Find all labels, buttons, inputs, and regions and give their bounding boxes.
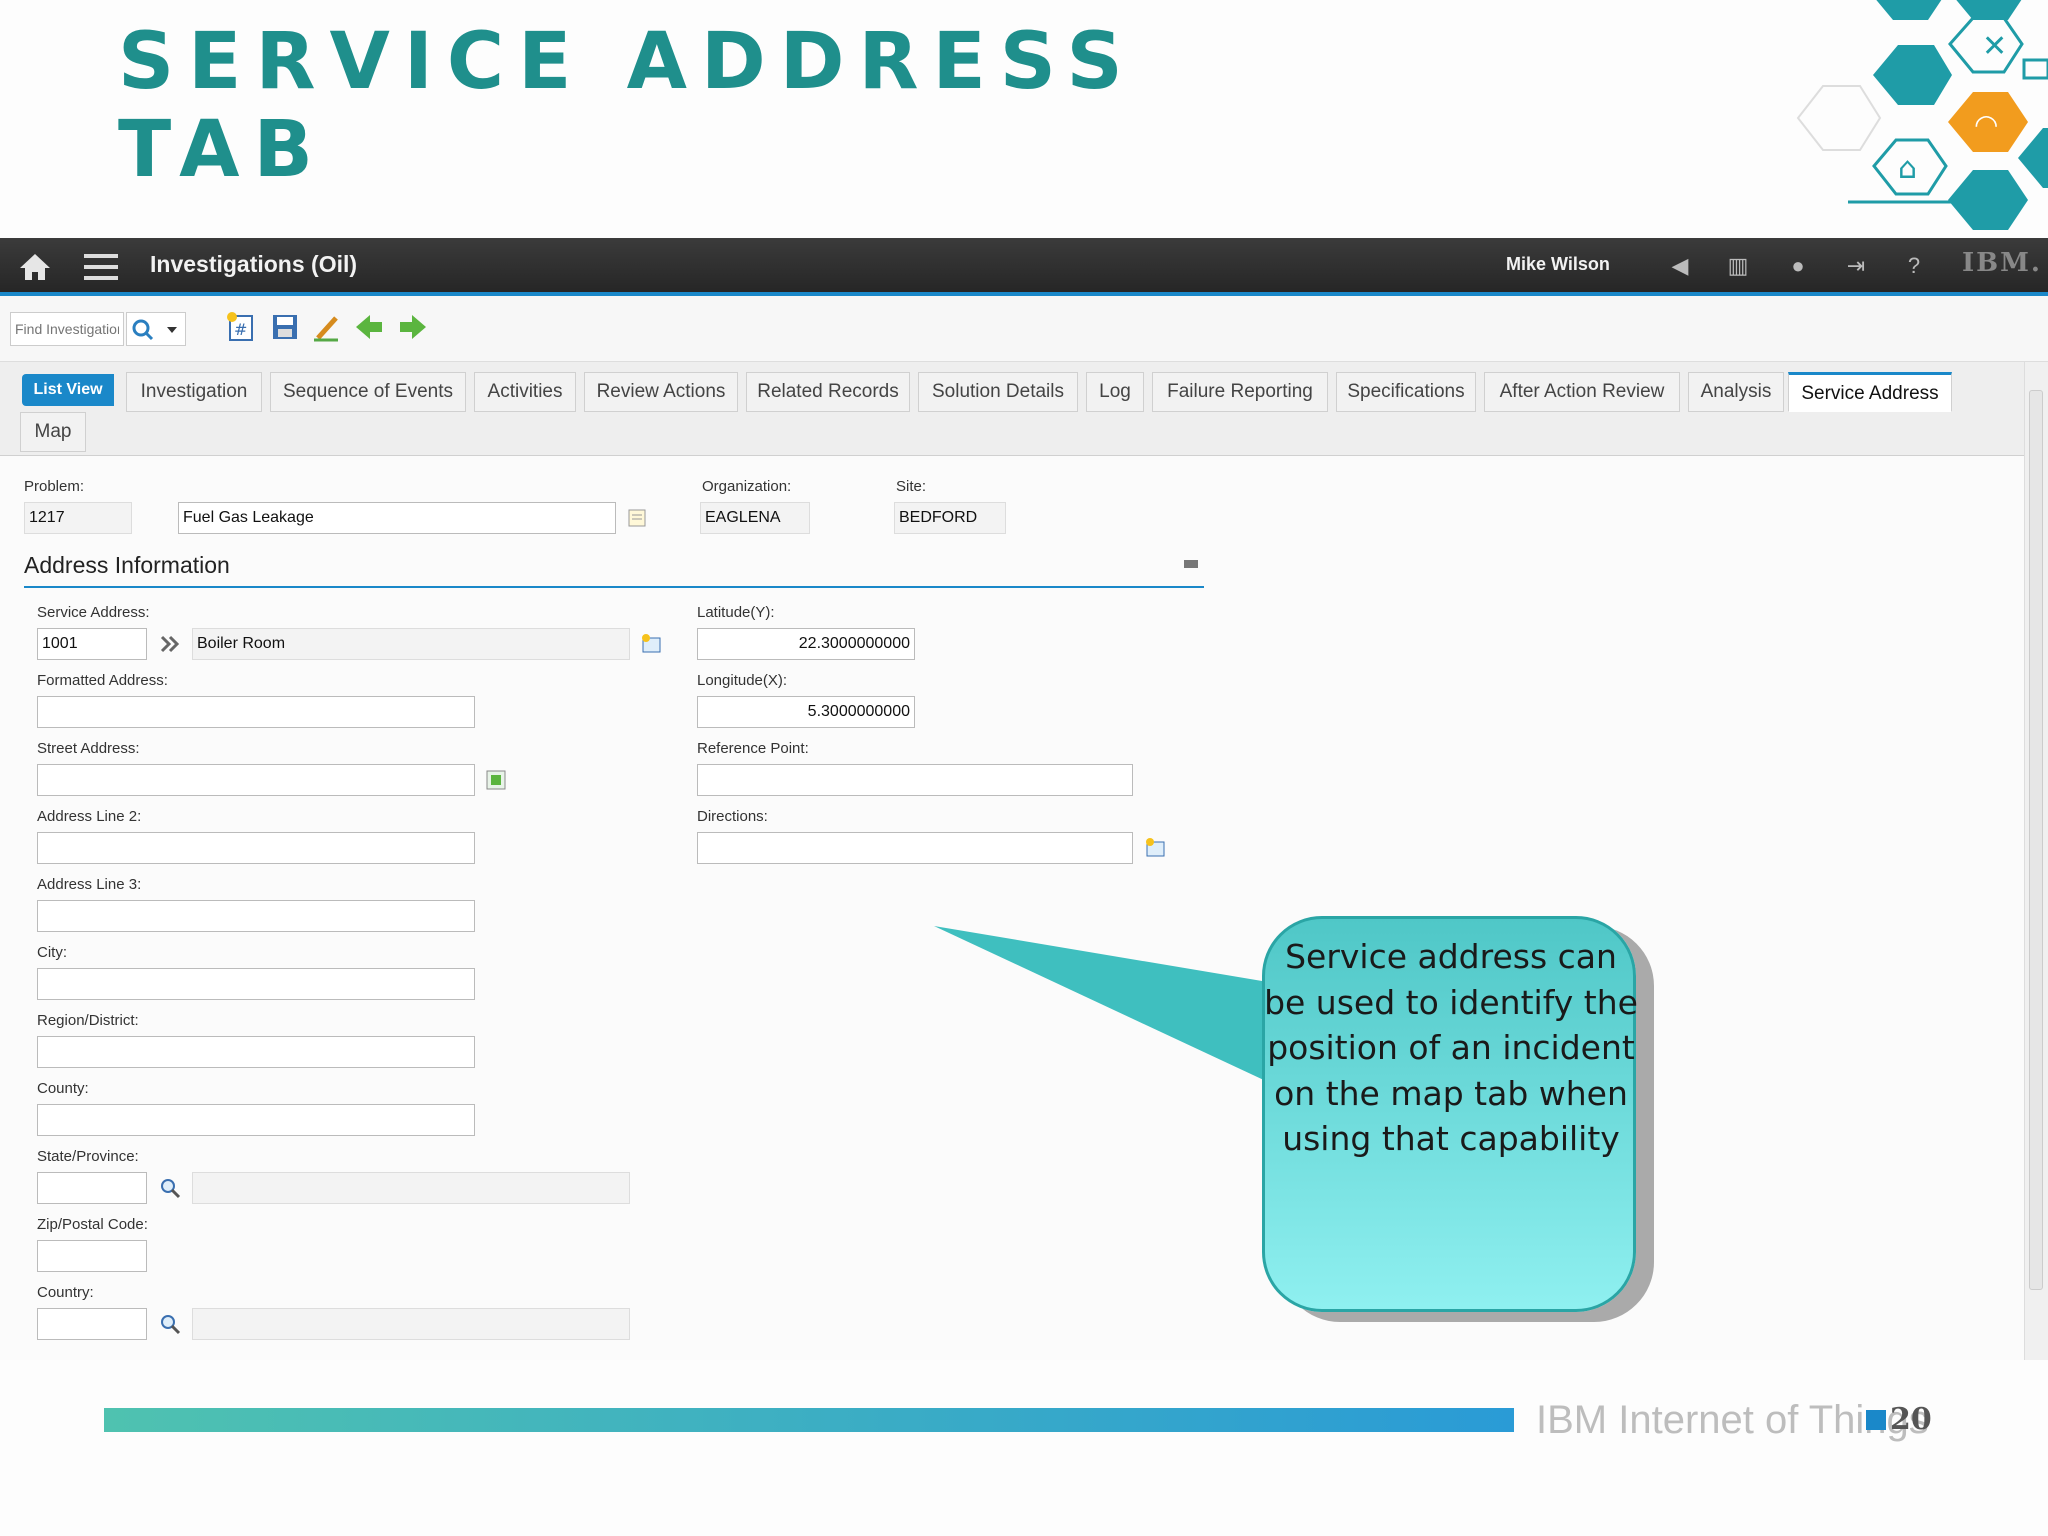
- page-number: 20: [1890, 1402, 1932, 1437]
- footer-bar: [104, 1408, 1514, 1432]
- callout-pointer: [934, 926, 1268, 1082]
- page-marker: [1866, 1410, 1886, 1430]
- callout-text: Service address can be used to identify …: [1264, 937, 1638, 1158]
